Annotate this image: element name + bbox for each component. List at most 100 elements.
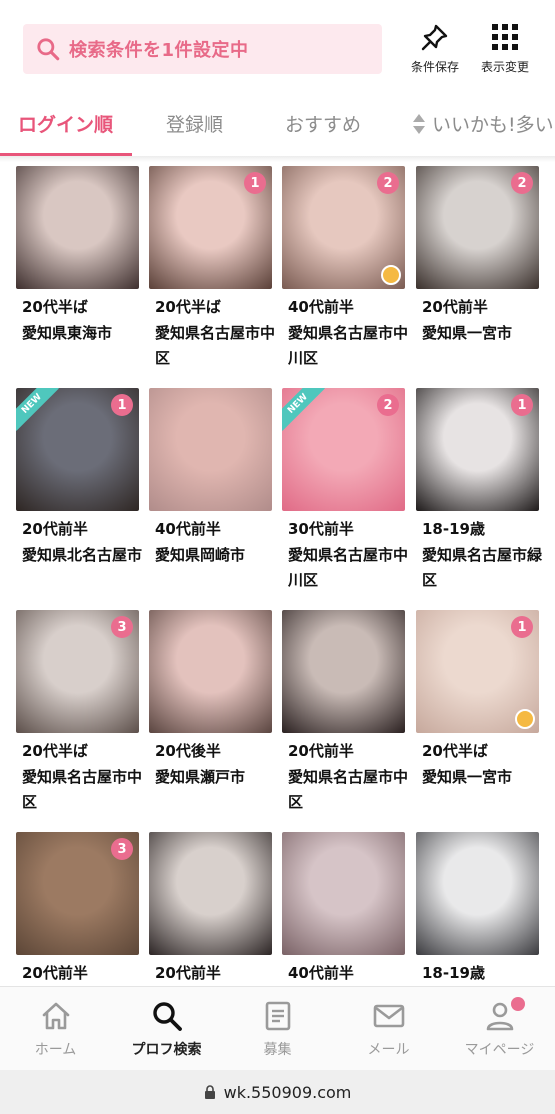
photo-count-badge: 2 <box>377 394 399 416</box>
change-view-button[interactable]: 表示変更 <box>469 22 541 84</box>
nav-board-label: 募集 <box>263 1042 292 1058</box>
profile-location: 愛知県岡崎市 <box>155 546 246 564</box>
search-condition-box[interactable]: 検索条件を1件設定中 <box>23 24 382 74</box>
tab-recommended[interactable]: おすすめ <box>285 110 361 137</box>
grid-icon <box>492 24 518 50</box>
search-icon <box>37 38 60 61</box>
profile-card[interactable]: 1 20代半ば 愛知県名古屋市中区 <box>149 166 275 376</box>
profile-card[interactable]: 40代前半 <box>282 832 405 986</box>
app-header: 検索条件を1件設定中 条件保存 表示変更 <box>0 0 555 96</box>
profile-age: 20代前半 <box>22 520 88 538</box>
nav-mail[interactable]: メール <box>333 999 444 1059</box>
search-icon <box>152 1002 182 1031</box>
profile-age: 40代前半 <box>288 298 354 316</box>
profile-card[interactable]: 1 18-19歳 愛知県名古屋市緑区 <box>416 388 543 598</box>
profile-card[interactable]: 18-19歳 <box>416 832 539 986</box>
tab-login-order[interactable]: ログイン順 <box>18 110 113 137</box>
nav-profile-search-label: プロフ検索 <box>131 1042 202 1058</box>
profile-card[interactable]: NEW 2 30代前半 愛知県名古屋市中川区 <box>282 388 409 598</box>
nav-mypage[interactable]: マイページ <box>444 997 555 1059</box>
sort-tabs: ログイン順 登録順 おすすめ いいかも!多い <box>0 96 555 156</box>
nav-mail-label: メール <box>367 1042 410 1058</box>
star-badge-icon <box>381 265 401 285</box>
photo-count-badge: 2 <box>377 172 399 194</box>
board-icon <box>265 1001 290 1031</box>
profile-location: 愛知県名古屋市中区 <box>288 768 409 811</box>
notification-dot <box>511 997 525 1011</box>
tab-many-likes[interactable]: いいかも!多い <box>412 110 554 137</box>
profile-card[interactable]: 3 20代半ば 愛知県名古屋市中区 <box>16 610 142 820</box>
photo-count-badge: 1 <box>511 616 533 638</box>
profile-age: 40代前半 <box>288 964 354 982</box>
profile-location: 愛知県名古屋市中川区 <box>288 546 409 589</box>
tab-shadow <box>0 156 555 162</box>
profile-photo[interactable]: 1 <box>416 388 539 511</box>
profile-location: 愛知県東海市 <box>22 324 113 342</box>
profile-age: 18-19歳 <box>422 964 485 982</box>
tab-registration-order[interactable]: 登録順 <box>166 110 223 137</box>
profile-card[interactable]: 20代前半愛知県名古屋市中区 <box>282 610 409 820</box>
photo-placeholder <box>149 832 272 955</box>
profile-grid: 20代半ば 愛知県東海市 1 20代半ば 愛知県名古屋市中区 2 40代前半 愛知県名古屋市中… <box>0 166 555 986</box>
photo-placeholder <box>416 832 539 955</box>
profile-age: 20代半ば <box>155 298 221 316</box>
tab-many-likes-label: いいかも!多い <box>432 114 554 136</box>
profile-card[interactable]: 1 20代半ば愛知県一宮市 <box>416 610 539 820</box>
profile-age: 20代半ば <box>422 742 488 760</box>
profile-photo[interactable] <box>416 832 539 955</box>
photo-placeholder <box>282 610 405 733</box>
nav-home[interactable]: ホーム <box>0 999 111 1059</box>
profile-photo[interactable]: NEW 2 <box>282 388 405 511</box>
profile-location: 愛知県一宮市 <box>422 324 513 342</box>
profile-card[interactable]: 20代半ば愛知県東海市 <box>16 166 139 376</box>
profile-photo[interactable]: 2 <box>282 166 405 289</box>
save-condition-button[interactable]: 条件保存 <box>399 22 471 84</box>
profile-age: 20代半ば <box>22 742 88 760</box>
search-condition-text: 検索条件を1件設定中 <box>69 40 249 61</box>
profile-photo[interactable]: 3 <box>16 832 139 955</box>
photo-count-badge: 1 <box>244 172 266 194</box>
change-view-label: 表示変更 <box>480 60 529 74</box>
photo-placeholder <box>149 610 272 733</box>
nav-board[interactable]: 募集 <box>222 999 333 1059</box>
profile-card[interactable]: 3 20代前半 <box>16 832 139 986</box>
photo-placeholder <box>282 832 405 955</box>
profile-card[interactable]: 20代前半 <box>149 832 272 986</box>
profile-card[interactable]: NEW 1 20代前半 愛知県北名古屋市 <box>16 388 142 598</box>
profile-age: 40代前半 <box>155 520 221 538</box>
home-icon <box>42 1002 69 1030</box>
profile-photo[interactable] <box>282 832 405 955</box>
browser-url-bar[interactable]: wk.550909.com <box>0 1070 555 1114</box>
photo-placeholder <box>16 166 139 289</box>
photo-count-badge: 3 <box>111 838 133 860</box>
profile-location: 愛知県一宮市 <box>422 768 513 786</box>
profile-photo[interactable]: 2 <box>416 166 539 289</box>
save-condition-label: 条件保存 <box>410 60 459 74</box>
nav-profile-search[interactable]: プロフ検索 <box>111 999 222 1059</box>
profile-photo[interactable]: 1 <box>149 166 272 289</box>
star-badge-icon <box>515 709 535 729</box>
profile-photo[interactable] <box>16 166 139 289</box>
profile-photo[interactable] <box>149 832 272 955</box>
profile-photo[interactable]: 3 <box>16 610 139 733</box>
photo-count-badge: 1 <box>111 394 133 416</box>
profile-age: 20代前半 <box>422 298 488 316</box>
profile-age: 20代前半 <box>288 742 354 760</box>
profile-age: 20代半ば <box>22 298 88 316</box>
nav-home-label: ホーム <box>34 1042 77 1058</box>
profile-card[interactable]: 40代前半愛知県岡崎市 <box>149 388 272 598</box>
profile-age: 20代前半 <box>22 964 88 982</box>
profile-age: 20代前半 <box>155 964 221 982</box>
profile-photo[interactable]: NEW 1 <box>16 388 139 511</box>
profile-location: 愛知県名古屋市緑区 <box>422 546 543 589</box>
profile-photo[interactable] <box>149 388 272 511</box>
photo-count-badge: 1 <box>511 394 533 416</box>
profile-card[interactable]: 2 40代前半 愛知県名古屋市中川区 <box>282 166 408 376</box>
lock-icon <box>204 1085 215 1099</box>
photo-count-badge: 3 <box>111 616 133 638</box>
profile-photo[interactable] <box>282 610 405 733</box>
profile-photo[interactable]: 1 <box>416 610 539 733</box>
profile-card[interactable]: 2 20代前半愛知県一宮市 <box>416 166 539 376</box>
profile-photo[interactable] <box>149 610 272 733</box>
profile-card[interactable]: 20代後半 愛知県瀬戸市 <box>149 610 272 820</box>
